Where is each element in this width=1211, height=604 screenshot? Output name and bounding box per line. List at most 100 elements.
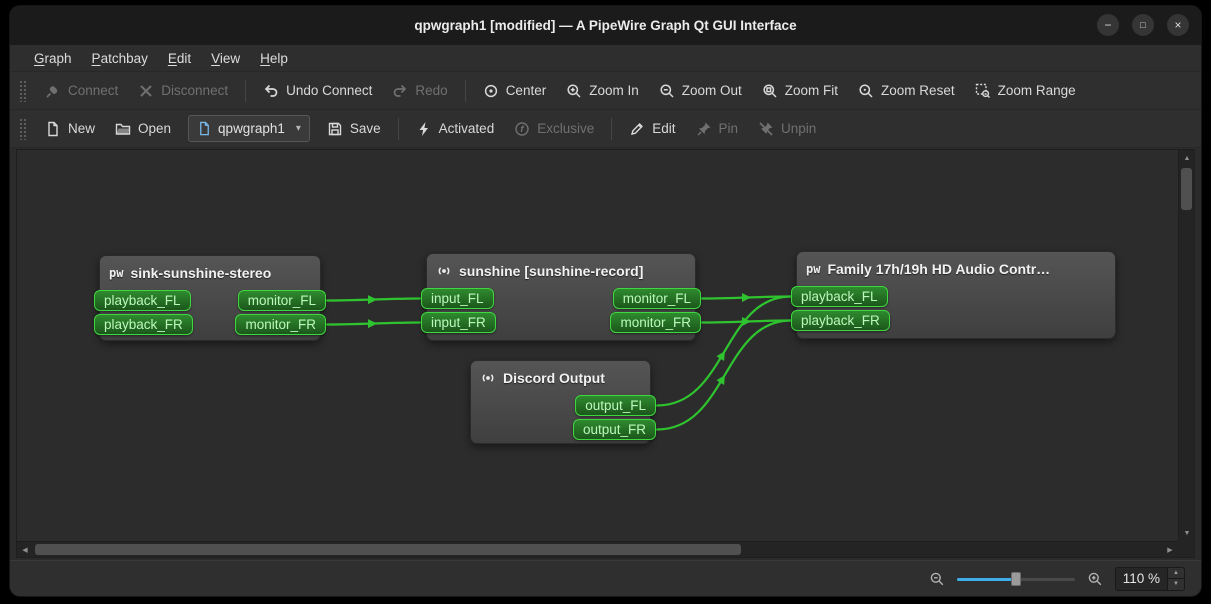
zoom-in-button[interactable]: Zoom In <box>557 77 648 105</box>
window-controls: − □ × <box>1097 14 1189 36</box>
horizontal-scrollbar-thumb[interactable] <box>35 544 741 555</box>
minimize-button[interactable]: − <box>1097 14 1119 36</box>
close-button[interactable]: × <box>1167 14 1189 36</box>
node-discord-output[interactable]: Discord Output output_FL output_FR <box>470 360 651 444</box>
menubar: Graph Patchbay Edit View Help <box>10 45 1201 72</box>
zoom-range-icon <box>975 83 991 99</box>
horizontal-scrollbar[interactable]: ◀ ▶ <box>17 541 1178 557</box>
undo-connect-button[interactable]: Undo Connect <box>254 77 381 105</box>
graph-canvas[interactable]: pw sink-sunshine-stereo playback_FL play… <box>17 150 1178 541</box>
edge-arrow-icon <box>368 295 377 304</box>
zoom-fit-button[interactable]: Zoom Fit <box>753 77 847 105</box>
node-title: Discord Output <box>503 370 605 386</box>
menu-patchbay[interactable]: Patchbay <box>82 48 158 69</box>
audio-app-icon <box>436 263 452 279</box>
toolbar-separator <box>398 118 399 140</box>
port-output-fl[interactable]: output_FL <box>575 395 656 416</box>
pin-button[interactable]: Pin <box>687 115 748 143</box>
connection-edges <box>17 150 1178 541</box>
app-window: qpwgraph1 [modified] — A PipeWire Graph … <box>9 5 1202 597</box>
toolbar-drag-handle[interactable] <box>19 80 27 102</box>
center-button[interactable]: Center <box>474 77 556 105</box>
node-family-hd-audio[interactable]: pw Family 17h/19h HD Audio Contr… playba… <box>796 251 1116 339</box>
toolbar-file: New Open qpwgraph1 ▾ Save Activated f Ex… <box>10 110 1201 148</box>
menu-edit[interactable]: Edit <box>158 48 201 69</box>
node-sink-sunshine-stereo[interactable]: pw sink-sunshine-stereo playback_FL play… <box>99 255 321 341</box>
spin-up-icon[interactable]: ▲ <box>1168 568 1184 580</box>
port-playback-fl[interactable]: playback_FL <box>791 286 888 307</box>
exclusive-button[interactable]: f Exclusive <box>505 115 603 143</box>
node-title: sunshine [sunshine-record] <box>459 263 643 279</box>
port-playback-fr[interactable]: playback_FR <box>791 310 890 331</box>
toolbar-main: Connect Disconnect Undo Connect Redo Cen… <box>10 72 1201 110</box>
node-title: sink-sunshine-stereo <box>130 265 271 281</box>
activated-button[interactable]: Activated <box>407 115 504 143</box>
patchbay-name: qpwgraph1 <box>218 121 285 136</box>
disconnect-button[interactable]: Disconnect <box>129 77 237 105</box>
port-monitor-fl[interactable]: monitor_FL <box>238 290 326 311</box>
edge-arrow-icon <box>716 349 728 361</box>
menu-graph[interactable]: Graph <box>24 48 82 69</box>
node-header: Discord Output <box>476 366 645 389</box>
scroll-up-icon[interactable]: ▲ <box>1179 150 1195 166</box>
spin-down-icon[interactable]: ▼ <box>1168 579 1184 590</box>
zoom-slider[interactable] <box>957 572 1075 586</box>
edit-button[interactable]: Edit <box>620 115 684 143</box>
node-header: sunshine [sunshine-record] <box>432 259 690 282</box>
port-input-fr[interactable]: input_FR <box>421 312 496 333</box>
zoom-out-button[interactable]: Zoom Out <box>650 77 751 105</box>
undo-icon <box>263 83 279 99</box>
port-playback-fl[interactable]: playback_FL <box>94 290 191 311</box>
minimize-icon: − <box>1104 19 1111 31</box>
edge-arrow-icon <box>742 293 751 302</box>
statusbar-zoom-out-icon[interactable] <box>929 571 945 587</box>
redo-icon <box>392 83 408 99</box>
titlebar[interactable]: qpwgraph1 [modified] — A PipeWire Graph … <box>10 6 1201 45</box>
port-monitor-fr[interactable]: monitor_FR <box>610 312 701 333</box>
connect-button[interactable]: Connect <box>36 77 127 105</box>
zoom-slider-fill <box>957 578 1016 581</box>
zoom-slider-handle[interactable] <box>1011 572 1021 586</box>
open-button[interactable]: Open <box>106 115 180 143</box>
redo-button[interactable]: Redo <box>383 77 456 105</box>
maximize-button[interactable]: □ <box>1132 14 1154 36</box>
node-header: pw Family 17h/19h HD Audio Contr… <box>802 257 1110 280</box>
toolbar-separator <box>611 118 612 140</box>
maximize-icon: □ <box>1140 21 1145 30</box>
save-button[interactable]: Save <box>318 115 390 143</box>
zoom-range-button[interactable]: Zoom Range <box>966 77 1085 105</box>
unpin-button[interactable]: Unpin <box>749 115 825 143</box>
activated-icon <box>416 121 432 137</box>
port-output-fr[interactable]: output_FR <box>573 419 656 440</box>
vertical-scrollbar-thumb[interactable] <box>1181 168 1192 210</box>
scroll-down-icon[interactable]: ▼ <box>1179 525 1195 541</box>
edge-arrow-icon <box>716 373 728 385</box>
save-icon <box>327 121 343 137</box>
zoom-reset-button[interactable]: Zoom Reset <box>849 77 964 105</box>
scroll-left-icon[interactable]: ◀ <box>17 542 33 558</box>
toolbar-drag-handle[interactable] <box>19 118 27 140</box>
menu-view[interactable]: View <box>201 48 250 69</box>
menu-help[interactable]: Help <box>250 48 298 69</box>
port-playback-fr[interactable]: playback_FR <box>94 314 193 335</box>
statusbar-zoom-in-icon[interactable] <box>1087 571 1103 587</box>
zoom-value[interactable]: 110 % <box>1116 568 1167 590</box>
scroll-right-icon[interactable]: ▶ <box>1162 542 1178 558</box>
edge-arrow-icon <box>368 319 377 328</box>
open-folder-icon <box>115 121 131 137</box>
zoom-out-icon <box>659 83 675 99</box>
port-monitor-fr[interactable]: monitor_FR <box>235 314 326 335</box>
toolbar-separator <box>245 80 246 102</box>
edit-icon <box>629 121 645 137</box>
zoom-reset-icon <box>858 83 874 99</box>
patchbay-selector[interactable]: qpwgraph1 ▾ <box>188 115 310 142</box>
zoom-in-icon <box>566 83 582 99</box>
unpin-icon <box>758 121 774 137</box>
audio-app-icon <box>480 370 496 386</box>
port-monitor-fl[interactable]: monitor_FL <box>613 288 701 309</box>
zoom-spinbox[interactable]: 110 % ▲ ▼ <box>1115 567 1185 591</box>
vertical-scrollbar[interactable]: ▲ ▼ <box>1178 150 1194 541</box>
port-input-fl[interactable]: input_FL <box>421 288 494 309</box>
new-button[interactable]: New <box>36 115 104 143</box>
node-sunshine[interactable]: sunshine [sunshine-record] input_FL inpu… <box>426 253 696 341</box>
